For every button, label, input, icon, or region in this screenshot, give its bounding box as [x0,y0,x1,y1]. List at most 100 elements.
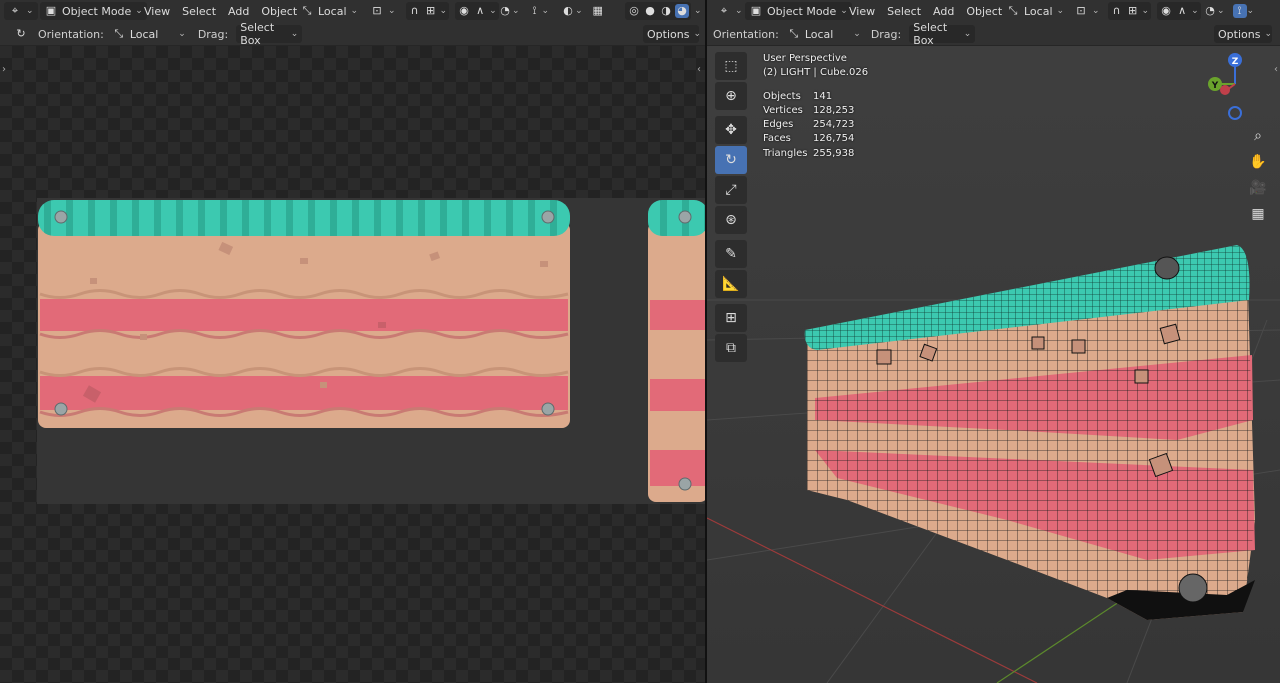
falloff-icon[interactable]: ∧ [473,4,487,18]
mode-dropdown[interactable]: ▣ Object Mode ⌄ [40,2,147,20]
add-cube-icon[interactable]: ⊞ [715,304,747,332]
snap-group: ∩ ⊞ ⌄ [1107,2,1152,20]
transform-orientation-dropdown[interactable]: ⤡ Local ⌄ [296,2,362,20]
solid-shading-icon[interactable]: ● [643,4,657,18]
annotate-icon[interactable]: ✎ [715,240,747,268]
chevron-down-icon: ⌄ [290,29,299,39]
orientation-dropdown[interactable]: ⤡ Local ⌄ [783,25,865,43]
chevron-down-icon[interactable]: ⌄ [694,6,702,16]
options-dropdown[interactable]: Options ⌄ [643,25,701,43]
object-mode-icon: ▣ [45,4,57,17]
stat-value: 255,938 [813,147,855,159]
editor-type-icon: ⌖ [11,4,19,17]
viewport-toolbar: ⬚ ⊕ ✥ ↻ ⤢ ⊛ ✎ 📐 ⊞ ⧉ [715,52,747,364]
menu-add[interactable]: Add [222,2,255,20]
orientation-dropdown[interactable]: ⤡ Local ⌄ [108,25,190,43]
chevron-down-icon: ⌄ [1056,6,1065,16]
pan-hand-icon[interactable]: ✋ [1246,150,1270,174]
left-header: ⌖ ⌄ ▣ Object Mode ⌄ View Select Add Object … [0,0,705,23]
navigation-gizmo[interactable]: Z Y [1199,50,1269,124]
menu-view[interactable]: View [138,2,176,20]
snap-increment-icon[interactable]: ⊞ [1126,4,1140,18]
chevron-down-icon[interactable]: ⌄ [1191,6,1199,16]
chevron-down-icon[interactable]: ⌄ [575,6,583,16]
xray-icon[interactable]: ▦ [591,4,605,18]
transform-icon[interactable]: ⊛ [715,206,747,234]
camera-icon[interactable]: 🎥 [1246,176,1270,200]
zoom-icon[interactable]: ⌕ [1246,124,1270,148]
move-icon[interactable]: ✥ [715,116,747,144]
pivot-point-dropdown[interactable]: ⊡ ⌄ [366,2,400,20]
neg-z-axis-ball[interactable] [1228,106,1242,120]
ortho-grid-icon[interactable]: ▦ [1246,202,1270,226]
chevron-down-icon[interactable]: ⌄ [1247,6,1255,16]
proportional-edit-icon[interactable]: ◉ [457,4,471,18]
material-shading-icon[interactable]: ◑ [659,4,673,18]
drag-value: Select Box [913,21,948,47]
chevron-down-icon: ⌄ [388,6,396,16]
menu-view[interactable]: View [843,2,881,20]
proportional-edit-icon[interactable]: ◉ [1159,4,1173,18]
x-axis-ball[interactable] [1220,85,1230,95]
visibility-eye-icon[interactable]: ◔ [498,4,512,18]
gizmo-icon[interactable]: ⟟ [528,4,542,18]
menu-add[interactable]: Add [927,2,960,20]
local-axes-icon: ⤡ [114,27,124,40]
chevron-down-icon[interactable]: ⌄ [512,6,520,16]
mode-dropdown[interactable]: ▣ Object Mode ⌄ [745,2,852,20]
chevron-down-icon[interactable]: ⌄ [440,6,448,16]
snap-magnet-icon[interactable]: ∩ [1110,4,1124,18]
chevron-down-icon[interactable]: ⌄ [1142,6,1150,16]
local-axes-icon: ⤡ [789,27,799,40]
cursor-icon[interactable]: ⊕ [715,82,747,110]
menu-object[interactable]: Object [960,2,1008,20]
drag-dropdown[interactable]: Select Box ⌄ [909,21,976,47]
pivot-point-dropdown[interactable]: ⊡ ⌄ [1070,2,1104,20]
gizmo-icon[interactable]: ⟟ [1232,4,1247,18]
overlays-icon[interactable]: ◐ [561,4,575,18]
stat-triangles: Triangles 255,938 [763,147,868,161]
local-axes-icon: ⤡ [1008,4,1018,17]
sidebar-expand-arrow-icon[interactable]: ‹ [1274,64,1278,75]
image-editor-area: ⌖ ⌄ ▣ Object Mode ⌄ View Select Add Object … [0,0,705,683]
chevron-down-icon[interactable]: ⌄ [542,6,550,16]
orientation-label: Local [318,4,347,18]
drag-dropdown[interactable]: Select Box ⌄ [236,21,303,47]
chevron-down-icon: ⌄ [735,6,743,16]
cake-panel-main [38,200,570,428]
drag-value: Select Box [240,21,275,47]
snap-magnet-icon[interactable]: ∩ [408,4,422,18]
chevron-down-icon[interactable]: ⌄ [1217,6,1225,16]
editor-type-button[interactable]: ⌖ ⌄ [713,2,747,20]
visibility-eye-icon[interactable]: ◔ [1203,4,1217,18]
local-axes-icon: ⤡ [302,4,312,17]
select-box-icon[interactable]: ⬚ [715,52,747,80]
stat-faces: Faces 126,754 [763,132,868,146]
wireframe-shading-icon[interactable]: ◎ [627,4,641,18]
orientation-label: Orientation: [713,27,779,41]
menu-select[interactable]: Select [176,2,222,20]
chevron-down-icon: ⌄ [1092,6,1100,16]
view-name: User Perspective [763,53,847,64]
stat-value: 126,754 [813,133,855,145]
snap-increment-icon[interactable]: ⊞ [424,4,438,18]
rotate-icon[interactable]: ↻ [715,146,747,174]
options-dropdown[interactable]: Options ⌄ [1214,25,1272,43]
extrude-icon[interactable]: ⧉ [715,334,747,362]
object-mode-icon: ▣ [750,4,762,17]
stat-label: Triangles [763,147,808,159]
measure-icon[interactable]: 📐 [715,270,747,298]
mode-label: Object Mode [62,4,132,18]
transform-orientation-dropdown[interactable]: ⤡ Local ⌄ [1002,2,1068,20]
pivot-icon: ⊡ [1076,4,1086,17]
rendered-shading-icon[interactable]: ◕ [675,4,689,18]
stat-value: 128,253 [813,104,855,116]
proportional-group: ◉ ∧ ⌄ [455,2,499,20]
editor-type-button[interactable]: ⌖ ⌄ [4,2,38,20]
chevron-down-icon[interactable]: ⌄ [489,6,497,16]
chevron-down-icon: ⌄ [693,29,701,39]
menu-select[interactable]: Select [881,2,927,20]
3d-viewport-area: ⌖ ⌄ ▣ Object Mode ⌄ View Select Add Object … [707,0,1280,683]
scale-icon[interactable]: ⤢ [715,176,747,204]
falloff-icon[interactable]: ∧ [1175,4,1189,18]
